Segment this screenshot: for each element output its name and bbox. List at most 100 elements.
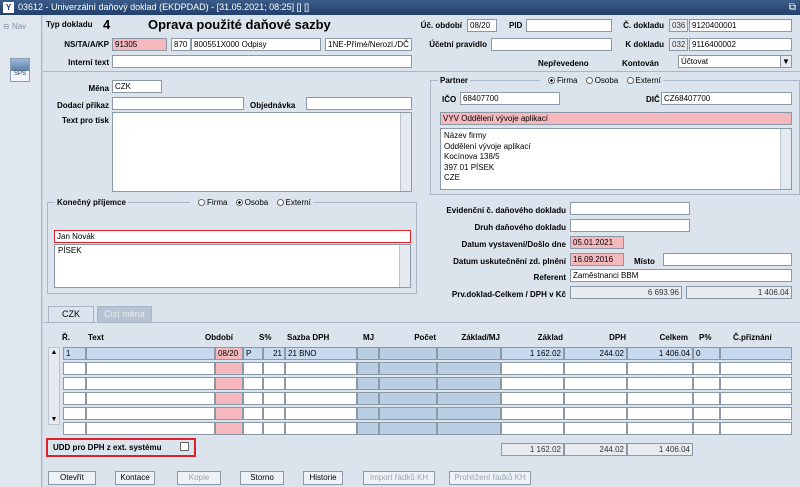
udd-checkbox[interactable]	[180, 442, 189, 451]
row1-celkem[interactable]: 1 406.04	[627, 347, 693, 360]
grid-cell[interactable]	[627, 422, 693, 435]
kontace-button[interactable]: Kontace	[115, 471, 155, 485]
grid-cell[interactable]	[379, 392, 437, 405]
row1-zaklad[interactable]: 1 162.02	[501, 347, 564, 360]
grid-cell[interactable]	[379, 377, 437, 390]
grid-cell[interactable]	[285, 407, 357, 420]
grid-cell[interactable]	[243, 422, 263, 435]
grid-cell[interactable]	[215, 362, 243, 375]
grid-cell[interactable]	[285, 377, 357, 390]
ta-field[interactable]: 800551X000 Odpisy	[191, 38, 321, 51]
row1-text[interactable]	[86, 347, 215, 360]
row1-dph[interactable]: 244.02	[564, 347, 627, 360]
otevrit-button[interactable]: Otevřít	[48, 471, 96, 485]
dodaci-prikaz-field[interactable]	[112, 97, 244, 110]
row1-zaklad-mj[interactable]	[437, 347, 501, 360]
grid-cell[interactable]	[720, 407, 792, 420]
grid-cell[interactable]	[63, 392, 86, 405]
grid-cell[interactable]	[63, 362, 86, 375]
grid-cell[interactable]	[215, 407, 243, 420]
row1-cpriznani[interactable]	[720, 347, 792, 360]
grid-cell[interactable]	[437, 392, 501, 405]
grid-cell[interactable]	[564, 377, 627, 390]
grid-cell[interactable]	[285, 422, 357, 435]
grid-cell[interactable]	[627, 377, 693, 390]
text-pro-tisk-scrollbar[interactable]	[400, 113, 411, 191]
partner-firma-radio[interactable]	[548, 77, 555, 85]
grid-cell[interactable]	[564, 392, 627, 405]
kp-field[interactable]: 1NE-Přímé/Nerozl./DČ	[325, 38, 412, 51]
grid-cell[interactable]	[379, 422, 437, 435]
ico-field[interactable]: 68407700	[460, 92, 560, 105]
grid-cell[interactable]	[285, 362, 357, 375]
partner-name-field[interactable]: VYV Oddělení vývoje aplikací	[440, 112, 792, 125]
row1-p[interactable]: 0	[693, 347, 720, 360]
row1-sazba-code[interactable]: 21	[263, 347, 285, 360]
grid-cell[interactable]	[501, 377, 564, 390]
storno-button[interactable]: Storno	[240, 471, 284, 485]
interni-text-field[interactable]	[112, 55, 412, 68]
k-dokladu-field[interactable]: 9116400002	[689, 38, 792, 51]
grid-cell[interactable]	[86, 407, 215, 420]
grid-cell[interactable]	[263, 422, 285, 435]
grid-cell[interactable]	[564, 407, 627, 420]
misto-field[interactable]	[663, 253, 792, 266]
grid-cell[interactable]	[627, 392, 693, 405]
tab-cizi-mena[interactable]: Cizí měna	[97, 306, 152, 322]
grid-cell[interactable]	[379, 362, 437, 375]
row1-obdobi[interactable]: 08/20	[215, 347, 243, 360]
grid-cell[interactable]	[63, 407, 86, 420]
nav-toggle[interactable]: ⊖ Nav	[3, 22, 26, 31]
grid-cell[interactable]	[693, 422, 720, 435]
grid-cell[interactable]	[720, 362, 792, 375]
grid-cell[interactable]	[263, 407, 285, 420]
grid-cell[interactable]	[86, 392, 215, 405]
grid-cell[interactable]	[437, 407, 501, 420]
row1-pocet[interactable]	[379, 347, 437, 360]
partner-osoba-radio[interactable]	[585, 77, 593, 85]
datum-vystaveni-field[interactable]: 05.01.2021	[570, 236, 624, 249]
grid-cell[interactable]	[501, 362, 564, 375]
partner-address-box[interactable]: Název firmy Oddělení vývoje aplikací Koc…	[440, 128, 792, 190]
ns-field[interactable]: 91305	[112, 38, 167, 51]
grid-cell[interactable]	[720, 392, 792, 405]
grid-cell[interactable]	[693, 362, 720, 375]
grid-cell[interactable]	[263, 392, 285, 405]
text-pro-tisk-field[interactable]	[112, 112, 412, 192]
cislo-dokladu-field[interactable]: 9120400001	[689, 19, 792, 32]
grid-cell[interactable]	[215, 377, 243, 390]
grid-cell[interactable]	[379, 407, 437, 420]
address-scrollbar[interactable]	[780, 129, 791, 189]
grid-cell[interactable]	[627, 407, 693, 420]
konecny-detail-box[interactable]: PÍSEK	[54, 244, 411, 288]
row1-sazba[interactable]: 21 BNO	[285, 347, 357, 360]
uc-obdobi-field[interactable]: 08/20	[467, 19, 497, 32]
kontovan-select[interactable]: Účtovat ▼	[678, 55, 792, 68]
restore-window-icon[interactable]: ⧉	[789, 0, 796, 15]
grid-cell[interactable]	[357, 362, 379, 375]
scroll-down-icon[interactable]: ▼	[49, 415, 59, 424]
grid-cell[interactable]	[263, 362, 285, 375]
grid-cell[interactable]	[215, 392, 243, 405]
historie-button[interactable]: Historie	[303, 471, 343, 485]
row1-s[interactable]: P	[243, 347, 263, 360]
grid-cell[interactable]	[501, 392, 564, 405]
row1-r[interactable]: 1	[63, 347, 86, 360]
grid-cell[interactable]	[285, 392, 357, 405]
konecny-osoba-radio[interactable]	[235, 199, 243, 207]
grid-cell[interactable]	[437, 362, 501, 375]
konecny-name-field[interactable]: Jan Novák	[54, 230, 411, 243]
sps-icon[interactable]: SPS	[10, 58, 30, 82]
konecny-scrollbar[interactable]	[399, 245, 410, 287]
datum-uskutecneni-field[interactable]: 16.09.2016	[570, 253, 624, 266]
objednavka-field[interactable]	[306, 97, 412, 110]
grid-cell[interactable]	[243, 392, 263, 405]
grid-cell[interactable]	[564, 422, 627, 435]
grid-cell[interactable]	[357, 392, 379, 405]
scroll-up-icon[interactable]: ▲	[49, 348, 59, 357]
chevron-down-icon[interactable]: ▼	[780, 56, 791, 67]
grid-cell[interactable]	[564, 362, 627, 375]
grid-cell[interactable]	[215, 422, 243, 435]
grid-cell[interactable]	[263, 377, 285, 390]
prohlizeni-radku-kh-button[interactable]: Prohlížení řádků KH	[449, 471, 531, 485]
